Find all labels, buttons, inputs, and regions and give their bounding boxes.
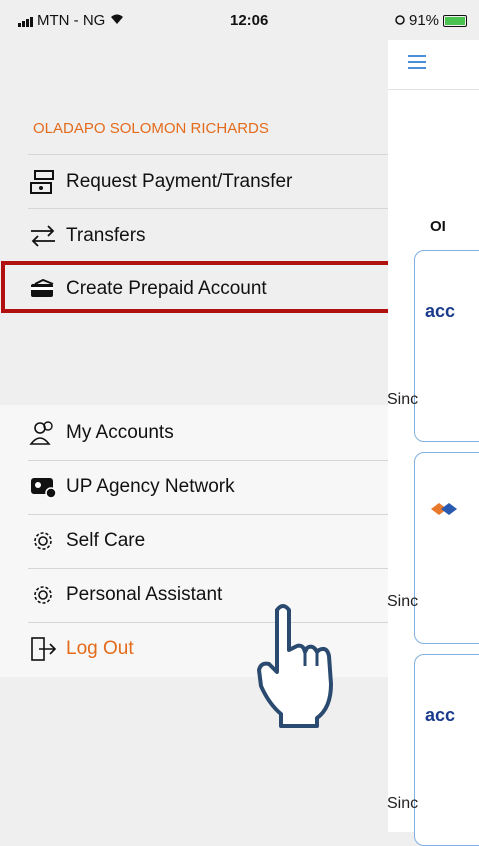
account-card[interactable]: acc Sinc [387, 654, 479, 846]
battery-icon [443, 14, 468, 27]
divider [388, 89, 479, 90]
bank-logo-icon [429, 501, 459, 522]
menu-item-transfers[interactable]: Transfers [0, 210, 388, 262]
menu-item-label: UP Agency Network [66, 476, 235, 497]
transfer-arrows-icon [28, 221, 58, 251]
logout-icon [28, 634, 58, 664]
menu-item-my-accounts[interactable]: My Accounts [0, 407, 388, 459]
gear-icon [28, 526, 58, 556]
status-right: 91% [395, 12, 468, 29]
menu-item-label: Transfers [66, 225, 146, 246]
alarm-icon [395, 12, 405, 29]
menu-item-up-agency[interactable]: UP Agency Network [0, 461, 388, 513]
carrier-label: MTN - NG [37, 12, 106, 29]
payment-request-icon [28, 167, 58, 197]
menu-item-label: Log Out [66, 638, 134, 659]
status-bar: MTN - NG 12:06 91% [0, 0, 479, 40]
gear-icon [28, 580, 58, 610]
card-since: Sinc [387, 391, 419, 408]
menu-item-label: My Accounts [66, 422, 174, 443]
agency-icon [28, 472, 58, 502]
battery-percent: 91% [409, 12, 440, 29]
signal-icon [18, 15, 33, 27]
main-content-pane: OI acc Sinc Sinc acc Sinc [387, 40, 479, 846]
menu-item-label: Personal Assistant [66, 584, 223, 605]
card-brand: acc [425, 301, 456, 321]
highlight-box [1, 261, 399, 313]
user-name: OLADAPO SOLOMON RICHARDS [33, 120, 269, 137]
card-since: Sinc [387, 795, 419, 812]
account-card[interactable]: Sinc [387, 452, 479, 644]
menu-item-label: Self Care [66, 530, 146, 551]
menu-item-request-payment[interactable]: Request Payment/Transfer [0, 156, 388, 208]
menu-item-self-care[interactable]: Self Care [0, 515, 388, 567]
menu-icon[interactable] [408, 55, 426, 69]
clock: 12:06 [230, 12, 269, 29]
divider [28, 154, 388, 155]
card-brand: acc [425, 705, 456, 725]
menu-item-label: Request Payment/Transfer [66, 171, 293, 192]
pointer-hand-icon [255, 600, 345, 730]
users-icon [28, 418, 58, 448]
card-since: Sinc [387, 593, 419, 610]
divider [28, 208, 388, 209]
wifi-icon [109, 12, 125, 29]
carrier-group: MTN - NG [18, 12, 125, 29]
section-heading: OI [430, 218, 446, 235]
account-card[interactable]: acc Sinc [387, 250, 479, 442]
